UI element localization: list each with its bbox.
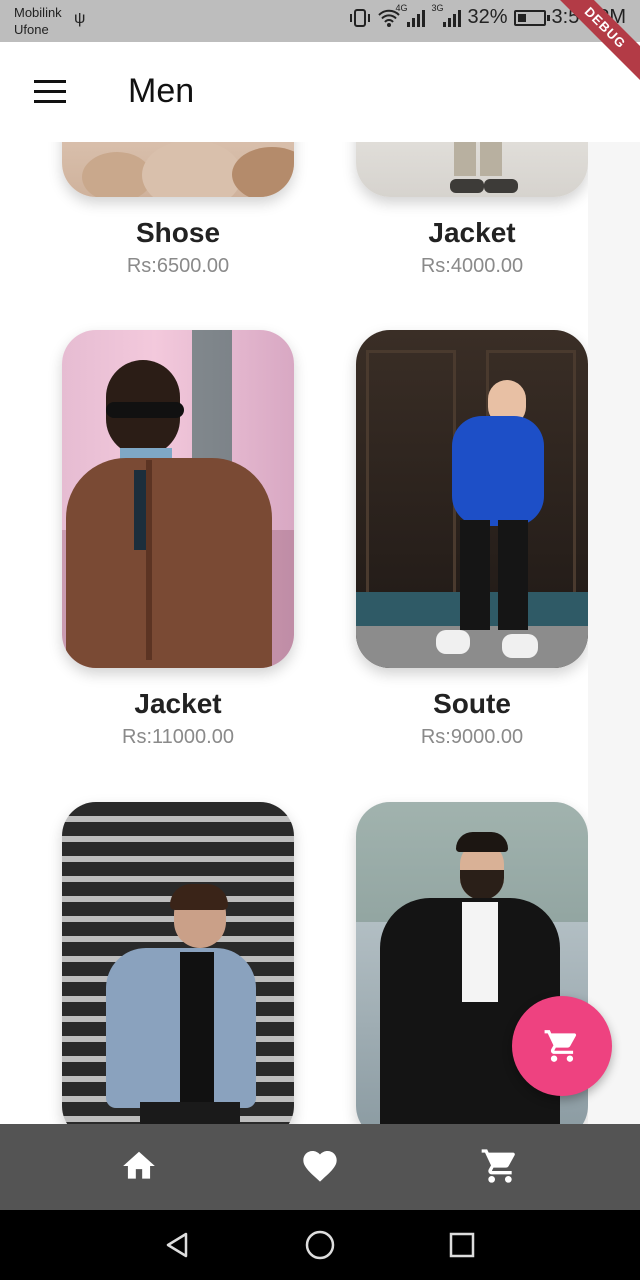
- product-image[interactable]: [62, 802, 294, 1124]
- product-name: Soute: [433, 688, 511, 719]
- product-grid[interactable]: Shose Rs:6500.00 Jacket Rs:4000.00 Jacke…: [0, 142, 588, 1124]
- product-image[interactable]: [356, 142, 588, 197]
- carrier-1: Mobilink: [14, 5, 62, 20]
- product-name: Jacket: [134, 688, 222, 719]
- menu-icon[interactable]: [34, 80, 66, 104]
- product-image[interactable]: [62, 330, 294, 668]
- scroll-track: [588, 142, 640, 1124]
- signal-3g-icon: 3G: [431, 3, 462, 27]
- back-button[interactable]: [160, 1228, 194, 1262]
- carrier-2: Ufone: [14, 22, 49, 37]
- app-bar: Men: [0, 42, 640, 142]
- page-title: Men: [128, 72, 195, 110]
- vibrate-icon: [350, 8, 371, 27]
- system-nav-bar: [0, 1210, 640, 1280]
- bottom-nav: [0, 1124, 640, 1210]
- nav-favorites-button[interactable]: [300, 1146, 340, 1186]
- battery-percent: 32%: [467, 6, 508, 28]
- product-image[interactable]: [62, 142, 294, 197]
- back-icon: [166, 1232, 188, 1258]
- recents-button[interactable]: [445, 1228, 479, 1262]
- product-image[interactable]: [356, 330, 588, 668]
- product-price: Rs:4000.00: [420, 255, 524, 277]
- signal-4g-icon: 4G: [395, 3, 426, 27]
- battery-icon: [513, 9, 550, 26]
- product-name: Shose: [135, 217, 221, 248]
- status-bar: Mobilink Ufone ψ 4G 3G 32% 3:57 PM: [0, 0, 640, 42]
- product-price: Rs:11000.00: [122, 726, 234, 748]
- cart-icon: [481, 1149, 515, 1183]
- product-price: Rs:6500.00: [126, 255, 230, 277]
- cart-icon: [544, 1030, 577, 1062]
- heart-icon: [303, 1151, 337, 1182]
- product-card[interactable]: Jacket Rs:4000.00: [356, 142, 588, 278]
- home-icon: [123, 1151, 155, 1179]
- recents-icon: [449, 1232, 475, 1258]
- product-price: Rs:9000.00: [420, 726, 524, 748]
- cart-fab-button[interactable]: [512, 996, 612, 1096]
- product-card[interactable]: Shose Rs:6500.00: [62, 142, 294, 278]
- home-circle-icon: [305, 1230, 335, 1260]
- carrier-info: Mobilink Ufone: [14, 4, 62, 38]
- usb-icon: ψ: [74, 10, 86, 27]
- nav-cart-button[interactable]: [480, 1146, 520, 1186]
- home-system-button[interactable]: [303, 1228, 337, 1262]
- product-card[interactable]: Jacket Rs:11000.00: [62, 330, 294, 749]
- nav-home-button[interactable]: [119, 1146, 159, 1186]
- product-card[interactable]: Soute Rs:9000.00: [356, 330, 588, 749]
- product-name: Jacket: [428, 217, 516, 248]
- product-card[interactable]: [62, 802, 294, 1124]
